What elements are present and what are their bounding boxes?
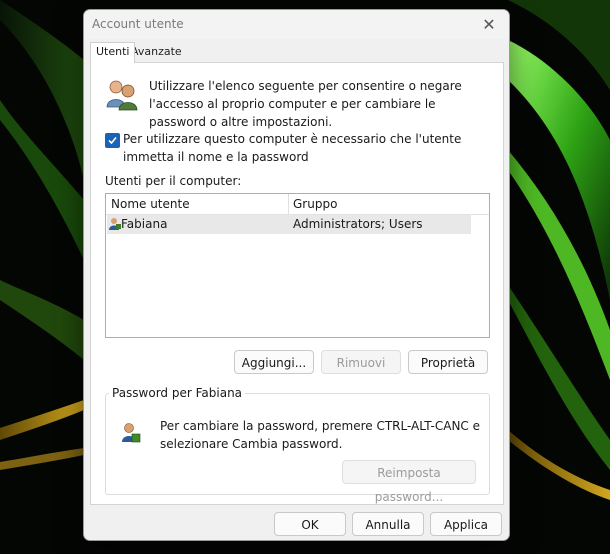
account-dialog: Account utente ✕ Utenti Avanzate Utilizz… — [83, 9, 510, 541]
password-instructions: Per cambiare la password, premere CTRL-A… — [160, 419, 480, 451]
users-list[interactable]: Nome utente Gruppo Fabiana Administrator… — [105, 193, 490, 338]
user-icon — [109, 218, 121, 230]
add-user-button[interactable]: Aggiungi... — [234, 350, 314, 374]
column-header-name[interactable]: Nome utente — [111, 197, 190, 211]
intro-text: Utilizzare l'elenco seguente per consent… — [149, 79, 462, 129]
close-icon[interactable]: ✕ — [477, 14, 501, 36]
ok-button[interactable]: OK — [274, 512, 346, 536]
password-group-title: Password per Fabiana — [109, 386, 246, 400]
row-user-group: Administrators; Users — [293, 217, 423, 231]
title-bar: Account utente ✕ — [84, 10, 509, 39]
tab-utenti[interactable]: Utenti — [90, 42, 136, 63]
column-divider[interactable] — [288, 194, 289, 214]
properties-button[interactable]: Proprietà — [408, 350, 488, 374]
column-header-group[interactable]: Gruppo — [293, 197, 337, 211]
cancel-button[interactable]: Annulla — [352, 512, 424, 536]
apply-button[interactable]: Applica — [430, 512, 502, 536]
dialog-title: Account utente — [92, 17, 184, 31]
users-tab-panel: Utilizzare l'elenco seguente per consent… — [90, 62, 504, 505]
dialog-footer: OK Annulla Applica — [84, 506, 509, 540]
user-password-icon — [122, 423, 141, 443]
checkmark-icon — [108, 136, 117, 145]
users-icon — [106, 80, 138, 111]
require-login-label[interactable]: Per utilizzare questo computer è necessa… — [123, 130, 498, 166]
users-list-label: Utenti per il computer: — [105, 174, 242, 188]
row-user-name: Fabiana — [121, 217, 168, 231]
remove-user-button[interactable]: Rimuovi — [321, 350, 401, 374]
table-row[interactable]: Fabiana Administrators; Users — [107, 215, 471, 234]
reset-password-button[interactable]: Reimposta password... — [342, 460, 476, 504]
require-login-checkbox[interactable] — [105, 133, 120, 148]
list-header: Nome utente Gruppo — [106, 194, 489, 215]
